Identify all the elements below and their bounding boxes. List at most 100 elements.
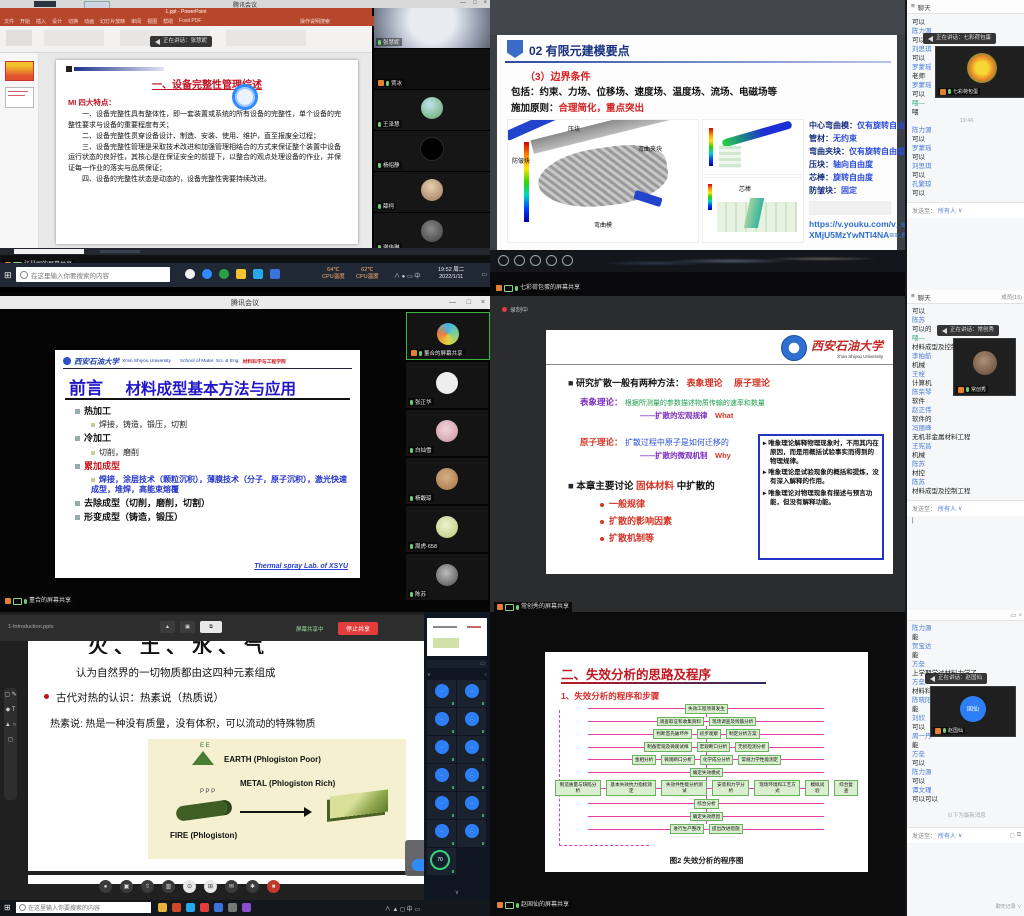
ribbon-tab[interactable]: 文件 — [4, 18, 14, 25]
tell-me-search[interactable]: 操作说明搜索 — [300, 18, 330, 25]
lock-button[interactable]: ⊙ — [183, 880, 196, 893]
participant-tile[interactable]: 杨绍静 — [374, 131, 490, 172]
taskbar-icons[interactable] — [185, 269, 287, 279]
chat-send-row[interactable]: 发送至： 所有人 ∨ — [907, 202, 1024, 218]
tray-icons[interactable]: ∧ ● ▭ 中 — [394, 271, 420, 280]
folder-icon[interactable] — [158, 903, 167, 912]
maximize-icon[interactable]: □ — [473, 0, 477, 6]
close-icon[interactable]: × — [481, 299, 485, 306]
ribbon-tab[interactable]: 帮助 — [163, 18, 173, 25]
members-count[interactable]: 成员(15) — [1001, 293, 1022, 301]
chat-history-toggle[interactable]: 聊天记录 ∨ — [996, 903, 1022, 910]
invite-button[interactable]: ▥ — [162, 880, 175, 893]
ribbon-tab[interactable]: 幻灯片放映 — [100, 18, 125, 25]
annotation-sidebar[interactable]: ▢ ✎ ◆ T ▲ ○ ◻ — [4, 688, 17, 800]
tim-icon[interactable] — [253, 269, 263, 279]
maximize-icon[interactable]: □ — [467, 299, 471, 306]
member-tile[interactable]: ·· — [457, 708, 486, 735]
ribbon-tab[interactable]: 设计 — [52, 18, 62, 25]
member-grid[interactable]: ·························· — [427, 680, 487, 875]
share-preview-thumbnail[interactable] — [427, 618, 487, 656]
mute-button[interactable]: ● — [99, 880, 112, 893]
taskbar-icons[interactable] — [158, 903, 258, 912]
panel-caret-icon[interactable]: ∨ — [427, 672, 431, 678]
close-icon[interactable]: × — [483, 0, 487, 6]
start-button-icon[interactable]: ⊞ — [4, 903, 11, 912]
settings-button[interactable]: ✱ — [246, 880, 259, 893]
send-target-select[interactable]: 所有人 — [938, 206, 956, 215]
member-tile[interactable]: ·· — [427, 820, 456, 847]
chat-send-row[interactable]: 发送至： 所有人 ∨ ◻ ⧉ — [907, 827, 1024, 843]
stop-share-button[interactable]: 停止共享 — [338, 622, 378, 635]
participant-tile[interactable]: 陈苏 — [406, 554, 488, 600]
annotation-tool-icon[interactable] — [514, 255, 525, 266]
pin-icon[interactable]: ▭ — [480, 661, 485, 667]
collapse-icon[interactable]: ∨ — [424, 889, 490, 896]
member-tile[interactable]: ·· — [457, 792, 486, 819]
chat-send-row[interactable]: 发送至： 所有人 ∨ — [907, 500, 1024, 516]
apps-button[interactable]: ⊞ — [204, 880, 217, 893]
start-button-icon[interactable]: ⊞ — [4, 270, 12, 281]
member-tile[interactable]: ·· — [457, 680, 486, 707]
notification-icon[interactable]: ▭ — [481, 271, 487, 278]
cortana-icon[interactable] — [185, 269, 195, 279]
participant-tile[interactable]: 杨馥琼 — [406, 458, 488, 504]
tray-icons[interactable]: ∧ ▲ ◻ 中 ▭ — [385, 904, 420, 913]
mute-button[interactable]: ▲ — [160, 621, 175, 633]
participant-tile[interactable]: 薛柯 — [374, 172, 490, 213]
participant-tile[interactable]: 王泽慧 — [374, 90, 490, 131]
member-tile[interactable]: ·· — [427, 792, 456, 819]
netease-icon[interactable] — [200, 903, 209, 912]
ribbon-tab[interactable]: Foxit PDF — [179, 18, 201, 24]
share-new-button[interactable]: ⧉ — [200, 621, 222, 633]
pen-tool-icon[interactable] — [530, 255, 541, 266]
member-tile[interactable]: ·· — [457, 764, 486, 791]
slide-thumbnail-pane[interactable] — [0, 53, 39, 248]
floating-video-tile[interactable]: 国仙 赵国仙 — [930, 686, 1016, 737]
ribbon-tab[interactable]: 切换 — [68, 18, 78, 25]
chevron-down-icon[interactable]: ∨ — [958, 505, 962, 512]
ribbon-tab[interactable]: 插入 — [36, 18, 46, 25]
ribbon-tab[interactable]: 审阅 — [131, 18, 141, 25]
chat-button[interactable]: ✉ — [225, 880, 238, 893]
powerpoint-icon[interactable] — [172, 903, 181, 912]
file-explorer-icon[interactable] — [236, 269, 246, 279]
member-tile[interactable]: ·· — [457, 736, 486, 763]
participant-tile[interactable]: 张慧妮 — [374, 8, 490, 49]
window-controls[interactable]: ▭ × — [1010, 611, 1022, 619]
screenshot-icon[interactable]: ⧉ — [1017, 832, 1021, 839]
floating-video-tile[interactable]: 常创秀 — [953, 338, 1016, 396]
meeting-floating-badge[interactable] — [232, 84, 258, 110]
minimize-icon[interactable]: — — [460, 0, 466, 6]
camera-button[interactable]: ▣ — [120, 880, 133, 893]
send-target-select[interactable]: 所有人 — [938, 831, 956, 840]
taskbar-search[interactable]: 在这里输入你要搜索的内容 — [16, 902, 151, 913]
ribbon-tab[interactable]: 开始 — [20, 18, 30, 25]
video-button[interactable]: ▣ — [180, 621, 195, 633]
slide-footer-link[interactable]: Thermal spray Lab. of XSYU — [254, 563, 348, 570]
eraser-tool-icon[interactable] — [546, 255, 557, 266]
ribbon-tab[interactable]: 视图 — [147, 18, 157, 25]
emoji-icon[interactable]: ◻ — [1010, 832, 1015, 839]
chat-input-caret[interactable]: | — [907, 516, 1024, 526]
menu-icon[interactable]: ≡ — [911, 293, 915, 300]
search-icon[interactable]: ○ — [484, 672, 487, 678]
leave-button[interactable]: ■ — [267, 880, 280, 893]
member-tile[interactable]: ·· — [457, 820, 486, 847]
send-target-select[interactable]: 所有人 — [938, 504, 956, 513]
participant-tile[interactable]: 张正华 — [406, 362, 488, 408]
meeting-app-icon[interactable] — [214, 903, 223, 912]
panel-toolbar[interactable]: ▭ — [427, 660, 487, 668]
slide-thumbnail-1[interactable] — [5, 61, 34, 81]
minimize-icon[interactable]: — — [449, 299, 456, 306]
menu-icon[interactable]: ≡ — [911, 3, 915, 10]
chevron-down-icon[interactable]: ∨ — [958, 207, 962, 214]
laser-tool-icon[interactable] — [562, 255, 573, 266]
annotation-tool-icon[interactable] — [498, 255, 509, 266]
floating-video-tile[interactable]: 七彩荷包蛋 — [935, 46, 1024, 98]
participant-tile[interactable]: 周虎-658 — [406, 506, 488, 552]
wechat-icon[interactable] — [219, 269, 229, 279]
edge-icon[interactable] — [202, 269, 212, 279]
member-tile[interactable]: ·· — [427, 708, 456, 735]
qq-icon[interactable] — [186, 903, 195, 912]
